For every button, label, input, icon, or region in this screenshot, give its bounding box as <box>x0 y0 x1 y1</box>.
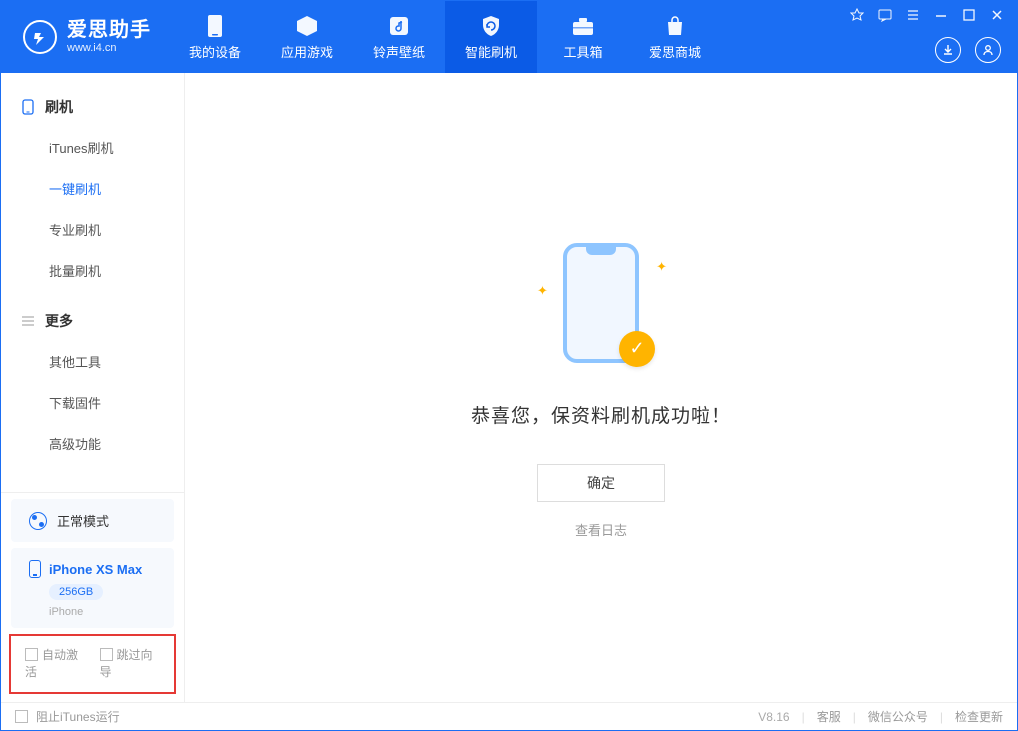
list-icon <box>21 314 35 328</box>
nav-label: 铃声壁纸 <box>373 42 425 61</box>
sidebar-group-flash: 刷机 <box>1 87 184 127</box>
block-itunes-label[interactable]: 阻止iTunes运行 <box>36 708 120 725</box>
nav-smart-flash[interactable]: 智能刷机 <box>445 1 537 73</box>
cube-icon <box>295 14 319 38</box>
device-mode-box[interactable]: 正常模式 <box>11 499 174 542</box>
sidebar-item-onekey-flash[interactable]: 一键刷机 <box>1 168 184 209</box>
music-icon <box>387 14 411 38</box>
success-message: 恭喜您，保资料刷机成功啦！ <box>471 401 731 428</box>
sidebar: 刷机 iTunes刷机 一键刷机 专业刷机 批量刷机 更多 其他工具 下载固件 … <box>1 73 185 702</box>
sidebar-item-other-tools[interactable]: 其他工具 <box>1 341 184 382</box>
support-link[interactable]: 客服 <box>817 708 841 725</box>
status-bar: 阻止iTunes运行 V8.16 | 客服 | 微信公众号 | 检查更新 <box>1 702 1017 730</box>
app-header: 爱思助手 www.i4.cn 我的设备 应用游戏 铃声壁纸 智能刷机 工具箱 爱… <box>1 1 1017 73</box>
check-update-link[interactable]: 检查更新 <box>955 708 1003 725</box>
nav-label: 应用游戏 <box>281 42 333 61</box>
sidebar-item-advanced[interactable]: 高级功能 <box>1 423 184 464</box>
app-name-en: www.i4.cn <box>67 42 151 55</box>
version-label: V8.16 <box>758 710 789 724</box>
nav-ring-wall[interactable]: 铃声壁纸 <box>353 1 445 73</box>
nav-label: 工具箱 <box>563 42 602 61</box>
flash-options-row: 自动激活 跳过向导 <box>9 634 176 694</box>
nav-label: 智能刷机 <box>465 42 517 61</box>
checkbox-icon[interactable] <box>25 648 38 661</box>
checkbox-icon[interactable] <box>100 648 113 661</box>
ok-button[interactable]: 确定 <box>537 464 665 502</box>
sidebar-item-batch-flash[interactable]: 批量刷机 <box>1 250 184 291</box>
nav-my-device[interactable]: 我的设备 <box>169 1 261 73</box>
view-log-link[interactable]: 查看日志 <box>575 520 627 539</box>
feedback-icon[interactable] <box>877 7 893 23</box>
opt-auto-activate[interactable]: 自动激活 <box>25 646 86 680</box>
success-illustration: ✦ ✦ ✓ <box>541 237 661 377</box>
sidebar-group-more: 更多 <box>1 301 184 341</box>
device-mode-label: 正常模式 <box>57 511 109 530</box>
minimize-icon[interactable] <box>933 7 949 23</box>
nav-apps-games[interactable]: 应用游戏 <box>261 1 353 73</box>
success-check-icon: ✓ <box>619 331 655 367</box>
nav-label: 爱思商城 <box>649 42 701 61</box>
bag-icon <box>663 14 687 38</box>
menu-icon[interactable] <box>905 7 921 23</box>
download-manager-icon[interactable] <box>935 37 961 63</box>
theme-icon[interactable] <box>849 7 865 23</box>
sidebar-item-itunes-flash[interactable]: iTunes刷机 <box>1 127 184 168</box>
sidebar-group-label: 更多 <box>45 311 73 331</box>
device-name: iPhone XS Max <box>49 562 142 577</box>
device-capacity-badge: 256GB <box>49 584 103 600</box>
phone-small-icon <box>21 100 35 114</box>
toolbox-icon <box>571 14 595 38</box>
nav-store[interactable]: 爱思商城 <box>629 1 721 73</box>
window-controls <box>849 7 1005 23</box>
sidebar-item-download-fw[interactable]: 下载固件 <box>1 382 184 423</box>
logo-icon <box>23 20 57 54</box>
user-account-icon[interactable] <box>975 37 1001 63</box>
sidebar-item-pro-flash[interactable]: 专业刷机 <box>1 209 184 250</box>
device-icon <box>203 14 227 38</box>
main-nav: 我的设备 应用游戏 铃声壁纸 智能刷机 工具箱 爱思商城 <box>169 1 721 73</box>
refresh-shield-icon <box>479 14 503 38</box>
opt-skip-guide[interactable]: 跳过向导 <box>100 646 161 680</box>
main-panel: ✦ ✦ ✓ 恭喜您，保资料刷机成功啦！ 确定 查看日志 <box>185 73 1017 702</box>
mode-icon <box>29 512 47 530</box>
nav-label: 我的设备 <box>189 42 241 61</box>
wechat-link[interactable]: 微信公众号 <box>868 708 928 725</box>
app-logo: 爱思助手 www.i4.cn <box>1 1 169 73</box>
sparkle-icon: ✦ <box>537 283 548 299</box>
maximize-icon[interactable] <box>961 7 977 23</box>
sidebar-group-label: 刷机 <box>45 97 73 117</box>
device-type: iPhone <box>49 606 83 618</box>
checkbox-icon[interactable] <box>15 710 28 723</box>
nav-toolbox[interactable]: 工具箱 <box>537 1 629 73</box>
small-phone-icon <box>29 560 41 578</box>
device-info-box[interactable]: iPhone XS Max 256GB iPhone <box>11 548 174 628</box>
app-name-cn: 爱思助手 <box>67 19 151 42</box>
close-icon[interactable] <box>989 7 1005 23</box>
sparkle-icon: ✦ <box>656 259 667 275</box>
